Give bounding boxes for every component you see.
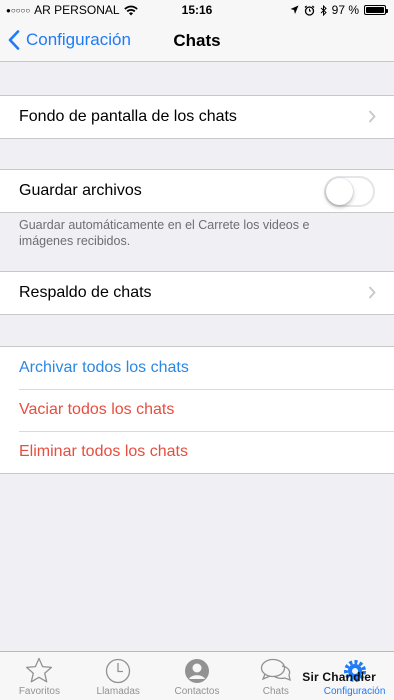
- star-icon: [26, 657, 53, 683]
- chat-bubbles-icon: [260, 658, 291, 682]
- backup-row[interactable]: Respaldo de chats: [0, 272, 394, 314]
- tab-label: Favoritos: [18, 686, 60, 697]
- battery-icon: [364, 5, 388, 15]
- chevron-right-icon: [368, 110, 376, 123]
- location-arrow-icon: [290, 5, 299, 14]
- chevron-right-icon: [368, 286, 376, 299]
- archive-all-chats-button[interactable]: Archivar todos los chats: [0, 347, 394, 389]
- chevron-left-icon: [8, 30, 20, 50]
- watermark: Sir Chandler: [302, 670, 376, 684]
- backup-label: Respaldo de chats: [19, 284, 152, 301]
- battery-percentage: 97 %: [331, 3, 359, 17]
- wallpaper-group: Fondo de pantalla de los chats: [0, 95, 394, 139]
- save-files-label: Guardar archivos: [19, 182, 142, 199]
- tab-label: Contactos: [174, 686, 220, 697]
- status-right: 97 %: [290, 3, 388, 17]
- back-button-label: Configuración: [26, 30, 131, 49]
- delete-all-chats-button[interactable]: Eliminar todos los chats: [0, 431, 394, 473]
- delete-all-chats-label: Eliminar todos los chats: [19, 443, 188, 460]
- chat-actions-group: Archivar todos los chats Vaciar todos lo…: [0, 346, 394, 474]
- clock-icon: [106, 658, 131, 684]
- toggle-knob: [326, 178, 353, 205]
- archive-all-chats-label: Archivar todos los chats: [19, 359, 189, 376]
- tab-favoritos[interactable]: Favoritos: [0, 652, 79, 700]
- contact-icon: [184, 659, 209, 683]
- tab-label: Llamadas: [96, 686, 140, 697]
- navigation-bar: Configuración Chats: [0, 20, 394, 62]
- backup-group: Respaldo de chats: [0, 271, 394, 315]
- wallpaper-row[interactable]: Fondo de pantalla de los chats: [0, 96, 394, 138]
- clear-all-chats-label: Vaciar todos los chats: [19, 401, 175, 418]
- tab-llamadas[interactable]: Llamadas: [79, 652, 158, 700]
- alarm-icon: [304, 5, 315, 16]
- tab-contactos[interactable]: Contactos: [158, 652, 237, 700]
- save-files-description: Guardar automáticamente en el Carrete lo…: [19, 218, 310, 248]
- save-files-row: Guardar archivos: [0, 170, 394, 212]
- back-button[interactable]: Configuración: [8, 30, 131, 50]
- wallpaper-label: Fondo de pantalla de los chats: [19, 108, 237, 125]
- tab-label: Configuración: [323, 686, 386, 697]
- save-files-group: Guardar archivos: [0, 169, 394, 213]
- save-files-toggle[interactable]: [324, 176, 375, 207]
- clear-all-chats-button[interactable]: Vaciar todos los chats: [0, 389, 394, 431]
- status-bar: ●○○○○ AR PERSONAL 15:16 97 %: [0, 0, 394, 20]
- bluetooth-icon: [320, 4, 327, 16]
- tab-label: Chats: [262, 686, 289, 697]
